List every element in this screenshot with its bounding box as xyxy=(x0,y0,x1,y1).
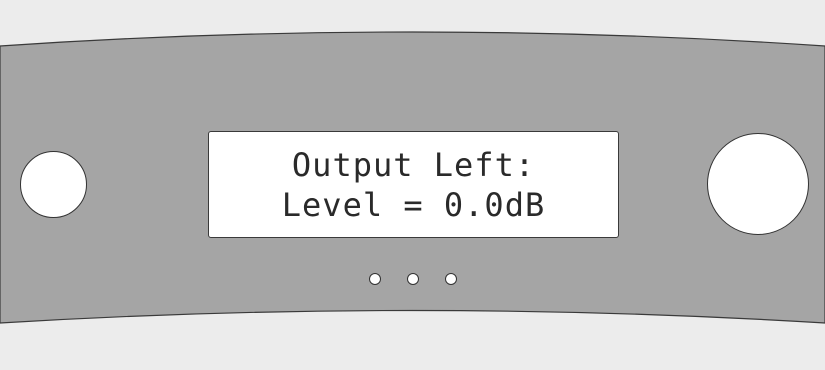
indicator-led-1 xyxy=(369,273,381,285)
rotary-knob[interactable] xyxy=(707,133,809,235)
indicator-led-2 xyxy=(407,273,419,285)
left-button[interactable] xyxy=(20,151,87,218)
display-line-1: Output Left: xyxy=(291,145,536,184)
device-front: Output Left: Level = 0.0dB xyxy=(0,0,825,370)
indicator-led-3 xyxy=(445,273,457,285)
display-line-2: Level = 0.0dB xyxy=(281,185,546,224)
indicator-leds xyxy=(369,273,457,285)
lcd-display: Output Left: Level = 0.0dB xyxy=(208,131,619,238)
